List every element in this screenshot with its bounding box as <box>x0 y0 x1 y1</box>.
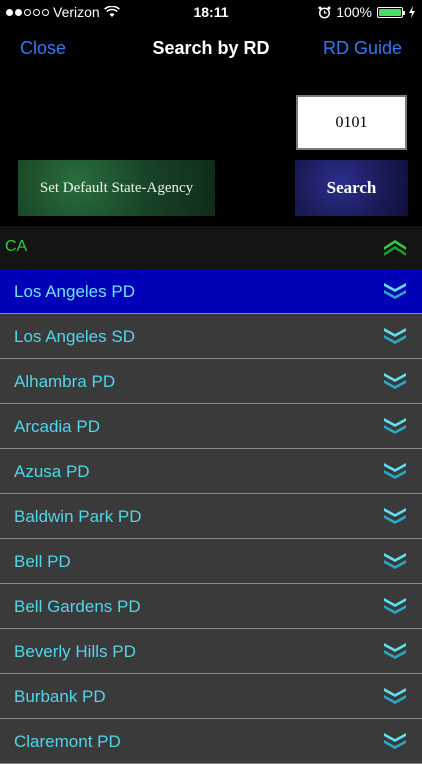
rd-guide-button[interactable]: RD Guide <box>323 38 402 59</box>
expand-chevron-down-icon[interactable] <box>382 416 408 436</box>
battery-icon <box>377 6 405 18</box>
agency-row[interactable]: Claremont PD <box>0 719 422 764</box>
collapse-chevron-up-icon[interactable] <box>382 238 408 256</box>
agency-name: Baldwin Park PD <box>14 507 142 526</box>
agency-name: Bell PD <box>14 552 71 571</box>
search-button[interactable]: Search <box>295 160 408 216</box>
agency-name: Bell Gardens PD <box>14 597 141 616</box>
agency-row[interactable]: Burbank PD <box>0 674 422 719</box>
agency-name: Los Angeles PD <box>14 282 135 301</box>
rd-input[interactable]: 0101 <box>296 95 407 150</box>
agency-row[interactable]: Beverly Hills PD <box>0 629 422 674</box>
navigation-bar: Close Search by RD RD Guide <box>0 24 422 72</box>
agency-row[interactable]: Baldwin Park PD <box>0 494 422 539</box>
expand-chevron-down-icon[interactable] <box>382 551 408 571</box>
set-default-state-agency-button[interactable]: Set Default State-Agency <box>18 160 215 216</box>
agency-row[interactable]: Arcadia PD <box>0 404 422 449</box>
battery-percent: 100% <box>336 4 372 20</box>
set-default-state-agency-label: Set Default State-Agency <box>39 179 194 196</box>
agency-row[interactable]: Bell Gardens PD <box>0 584 422 629</box>
agency-row[interactable]: Bell PD <box>0 539 422 584</box>
agency-name: Burbank PD <box>14 687 106 706</box>
agency-row[interactable]: Los Angeles PD <box>0 269 422 314</box>
status-right: 100% <box>318 4 416 20</box>
alarm-icon <box>318 6 331 19</box>
expand-chevron-down-icon[interactable] <box>382 326 408 346</box>
search-button-label: Search <box>326 178 377 197</box>
charging-icon <box>409 6 415 18</box>
status-bar: Verizon 18:11 100% <box>0 0 422 24</box>
agency-row[interactable]: Alhambra PD <box>0 359 422 404</box>
agency-name: Los Angeles SD <box>14 327 135 346</box>
agency-name: Azusa PD <box>14 462 90 481</box>
expand-chevron-down-icon[interactable] <box>382 641 408 661</box>
agency-name: Alhambra PD <box>14 372 116 391</box>
agency-row[interactable]: Los Angeles SD <box>0 314 422 359</box>
agency-name: Beverly Hills PD <box>14 642 136 661</box>
expand-chevron-down-icon[interactable] <box>382 371 408 391</box>
expand-chevron-down-icon[interactable] <box>382 281 408 301</box>
agency-list: Los Angeles PD Los Angeles SD Alhambra PD A… <box>0 269 422 764</box>
expand-chevron-down-icon[interactable] <box>382 686 408 706</box>
agency-name: Arcadia PD <box>14 417 100 436</box>
expand-chevron-down-icon[interactable] <box>382 596 408 616</box>
expand-chevron-down-icon[interactable] <box>382 506 408 526</box>
state-section-header[interactable]: CA <box>0 226 422 269</box>
agency-name: Claremont PD <box>14 732 121 751</box>
expand-chevron-down-icon[interactable] <box>382 731 408 751</box>
agency-row[interactable]: Azusa PD <box>0 449 422 494</box>
state-label: CA <box>5 238 28 255</box>
expand-chevron-down-icon[interactable] <box>382 461 408 481</box>
